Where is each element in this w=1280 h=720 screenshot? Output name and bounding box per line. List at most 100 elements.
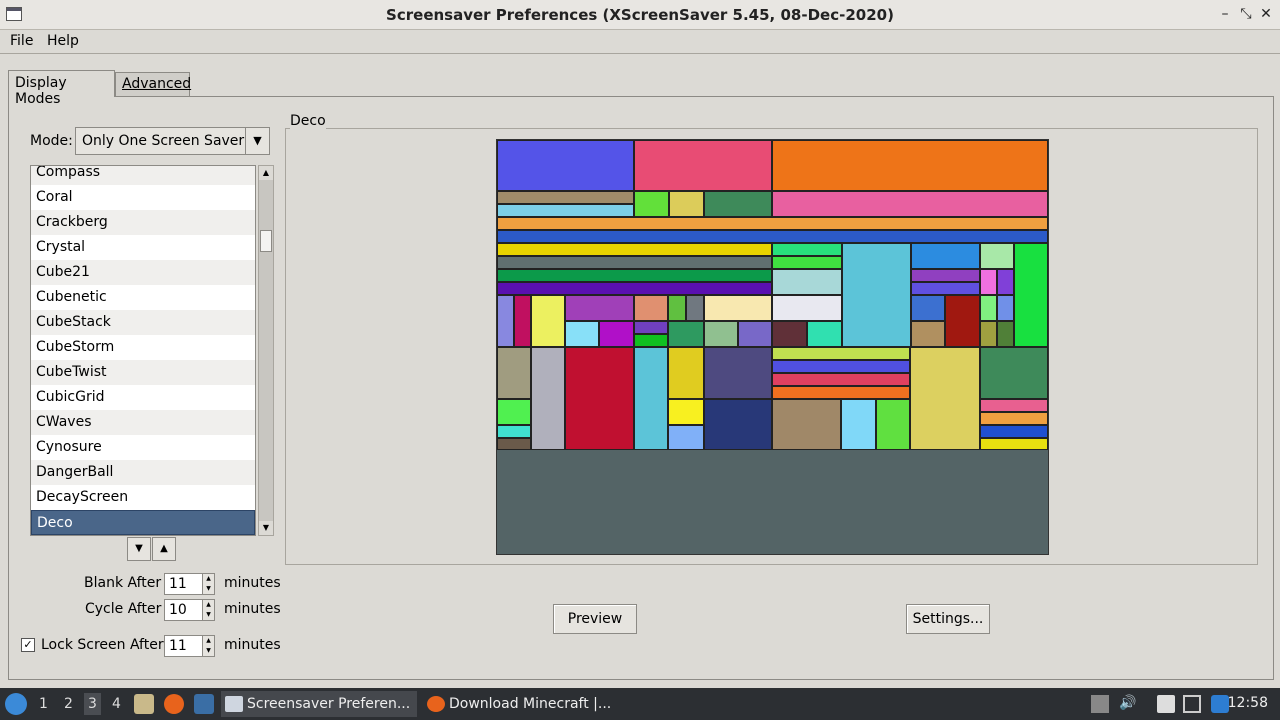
spin-down-icon[interactable]: ▼ xyxy=(203,646,214,656)
workspace-2[interactable]: 2 xyxy=(64,696,73,712)
title-bar: Screensaver Preferences (XScreenSaver 5.… xyxy=(0,0,1280,30)
spin-down-icon[interactable]: ▼ xyxy=(203,610,214,620)
settings-button[interactable]: Settings... xyxy=(906,604,990,634)
preview-button[interactable]: Preview xyxy=(553,604,637,634)
window-title: Screensaver Preferences (XScreenSaver 5.… xyxy=(386,6,894,24)
preview-tile xyxy=(980,243,1014,269)
preview-tile xyxy=(668,425,704,450)
cycle-unit: minutes xyxy=(224,601,281,617)
desktop-icon[interactable] xyxy=(194,694,214,714)
previous-saver-button[interactable]: ▲ xyxy=(152,537,176,561)
preview-tile xyxy=(497,399,531,425)
spin-down-icon[interactable]: ▼ xyxy=(203,584,214,594)
saver-list[interactable]: Compass Coral Crackberg Crystal Cube21 Cubene… xyxy=(30,165,256,536)
saver-list-item[interactable]: Crackberg xyxy=(31,210,255,235)
menu-help[interactable]: Help xyxy=(47,33,79,49)
firefox-icon xyxy=(427,696,445,712)
volume-icon[interactable]: 🔊 xyxy=(1119,695,1137,713)
preview-tile xyxy=(980,295,997,321)
preview-tile xyxy=(772,347,910,360)
saver-list-item[interactable]: Cynosure xyxy=(31,435,255,460)
preview-tile xyxy=(497,347,531,399)
preview-tile xyxy=(704,399,772,450)
preview-tile xyxy=(876,399,910,450)
saver-list-item[interactable]: CubeTwist xyxy=(31,360,255,385)
task-browser[interactable]: Download Minecraft |... xyxy=(423,691,623,717)
mode-dropdown[interactable]: Only One Screen Saver ▼ xyxy=(75,127,270,155)
start-menu-icon[interactable] xyxy=(5,693,27,715)
preview-tile xyxy=(497,425,531,438)
preview-tile xyxy=(497,295,514,347)
tray-expand-icon[interactable] xyxy=(1091,695,1109,713)
preview-tile xyxy=(497,282,772,295)
cycle-after-spinner[interactable]: 10 ▲ ▼ xyxy=(164,599,215,621)
preview-tile xyxy=(980,347,1048,399)
clipboard-icon[interactable] xyxy=(1157,695,1175,713)
chevron-down-icon[interactable]: ▼ xyxy=(245,128,269,154)
saver-list-item[interactable]: Cube21 xyxy=(31,260,255,285)
lock-after-spinner[interactable]: 11 ▲ ▼ xyxy=(164,635,215,657)
maximize-button[interactable]: ⤡ xyxy=(1237,5,1255,23)
task-screensaver-label: Screensaver Preferen... xyxy=(247,696,411,712)
scroll-thumb[interactable] xyxy=(260,230,272,252)
task-screensaver-preferences[interactable]: Screensaver Preferen... xyxy=(221,691,417,717)
file-manager-icon[interactable] xyxy=(134,694,154,714)
preview-tile xyxy=(772,321,807,347)
saver-list-item[interactable]: Cubenetic xyxy=(31,285,255,310)
saver-list-item[interactable]: DangerBall xyxy=(31,460,255,485)
firefox-icon[interactable] xyxy=(164,694,184,714)
saver-list-item[interactable]: DecayScreen xyxy=(31,485,255,510)
saver-list-item[interactable]: Coral xyxy=(31,185,255,210)
lock-screen-checkbox[interactable]: ✓ xyxy=(21,638,35,652)
window-icon xyxy=(225,696,243,712)
scroll-up-icon[interactable]: ▲ xyxy=(259,166,273,180)
tab-display-modes[interactable]: Display Modes xyxy=(8,70,115,107)
preview-tile xyxy=(634,295,668,321)
preview-tile xyxy=(686,295,704,321)
blank-after-value[interactable]: 11 xyxy=(169,576,187,592)
preview-tile xyxy=(565,295,634,321)
close-button[interactable]: ✕ xyxy=(1257,5,1275,23)
saver-list-item[interactable]: CubeStack xyxy=(31,310,255,335)
preview-tile xyxy=(634,321,668,334)
menu-file[interactable]: File xyxy=(10,33,33,49)
list-scrollbar[interactable]: ▲ ▼ xyxy=(258,165,274,536)
spin-up-icon[interactable]: ▲ xyxy=(203,600,214,610)
cycle-after-value[interactable]: 10 xyxy=(169,602,187,618)
spin-up-icon[interactable]: ▲ xyxy=(203,636,214,646)
preview-tile xyxy=(565,347,634,450)
lock-after-value[interactable]: 11 xyxy=(169,638,187,654)
next-saver-button[interactable]: ▼ xyxy=(127,537,151,561)
lock-screen-label[interactable]: Lock Screen After xyxy=(41,637,164,653)
scroll-down-icon[interactable]: ▼ xyxy=(259,521,273,535)
network-icon[interactable] xyxy=(1183,695,1201,713)
minimize-button[interactable]: – xyxy=(1216,5,1234,23)
spin-up-icon[interactable]: ▲ xyxy=(203,574,214,584)
preview-tile xyxy=(772,360,910,373)
preview-tile xyxy=(980,321,997,347)
preview-tile xyxy=(842,243,911,347)
preview-tile xyxy=(980,269,997,295)
saver-list-item[interactable]: Deco xyxy=(31,510,255,535)
preview-tile xyxy=(634,334,668,347)
saver-list-item[interactable]: CWaves xyxy=(31,410,255,435)
saver-list-item[interactable]: CubeStorm xyxy=(31,335,255,360)
preview-tile xyxy=(514,295,531,347)
preview-tile xyxy=(497,230,1048,243)
workspace-4[interactable]: 4 xyxy=(112,696,121,712)
tab-advanced[interactable]: Advanced xyxy=(115,72,191,96)
saver-list-item[interactable]: CubicGrid xyxy=(31,385,255,410)
lock-unit: minutes xyxy=(224,637,281,653)
workspace-1[interactable]: 1 xyxy=(39,696,48,712)
preview-tile xyxy=(668,321,704,347)
saver-preview-image xyxy=(496,139,1049,555)
notification-icon[interactable] xyxy=(1211,695,1229,713)
preview-tile xyxy=(599,321,634,347)
workspace-3[interactable]: 3 xyxy=(84,693,101,715)
saver-list-item[interactable]: Crystal xyxy=(31,235,255,260)
preview-tile xyxy=(772,399,841,450)
blank-unit: minutes xyxy=(224,575,281,591)
blank-after-spinner[interactable]: 11 ▲ ▼ xyxy=(164,573,215,595)
preview-tile xyxy=(980,399,1048,412)
saver-list-item[interactable]: Compass xyxy=(31,166,255,185)
